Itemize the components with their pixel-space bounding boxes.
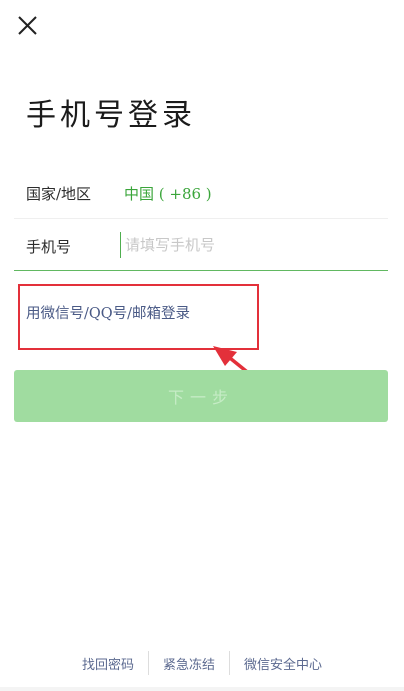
bottom-divider: [0, 687, 404, 691]
footer: 找回密码 紧急冻结 微信安全中心: [0, 648, 404, 678]
page-title: 手机号登录: [26, 98, 196, 133]
alt-login-link[interactable]: 用微信号/QQ号/邮箱登录: [26, 302, 190, 323]
phone-label: 手机号: [26, 238, 72, 256]
region-value[interactable]: 中国 ( +86 ): [124, 183, 212, 204]
phone-input[interactable]: [120, 232, 375, 258]
footer-link-security-center[interactable]: 微信安全中心: [230, 654, 336, 673]
region-selector[interactable]: 国家/地区 中国 ( +86 ): [14, 170, 388, 219]
region-label: 国家/地区: [26, 185, 92, 203]
footer-link-recover-password[interactable]: 找回密码: [68, 654, 148, 673]
close-icon[interactable]: [14, 12, 42, 40]
login-page: 手机号登录 国家/地区 中国 ( +86 ) 手机号 用微信号/QQ号/邮箱登录…: [0, 0, 404, 691]
phone-row: 手机号: [14, 222, 388, 271]
next-button[interactable]: 下一步: [14, 370, 388, 422]
footer-link-emergency-freeze[interactable]: 紧急冻结: [149, 654, 229, 673]
